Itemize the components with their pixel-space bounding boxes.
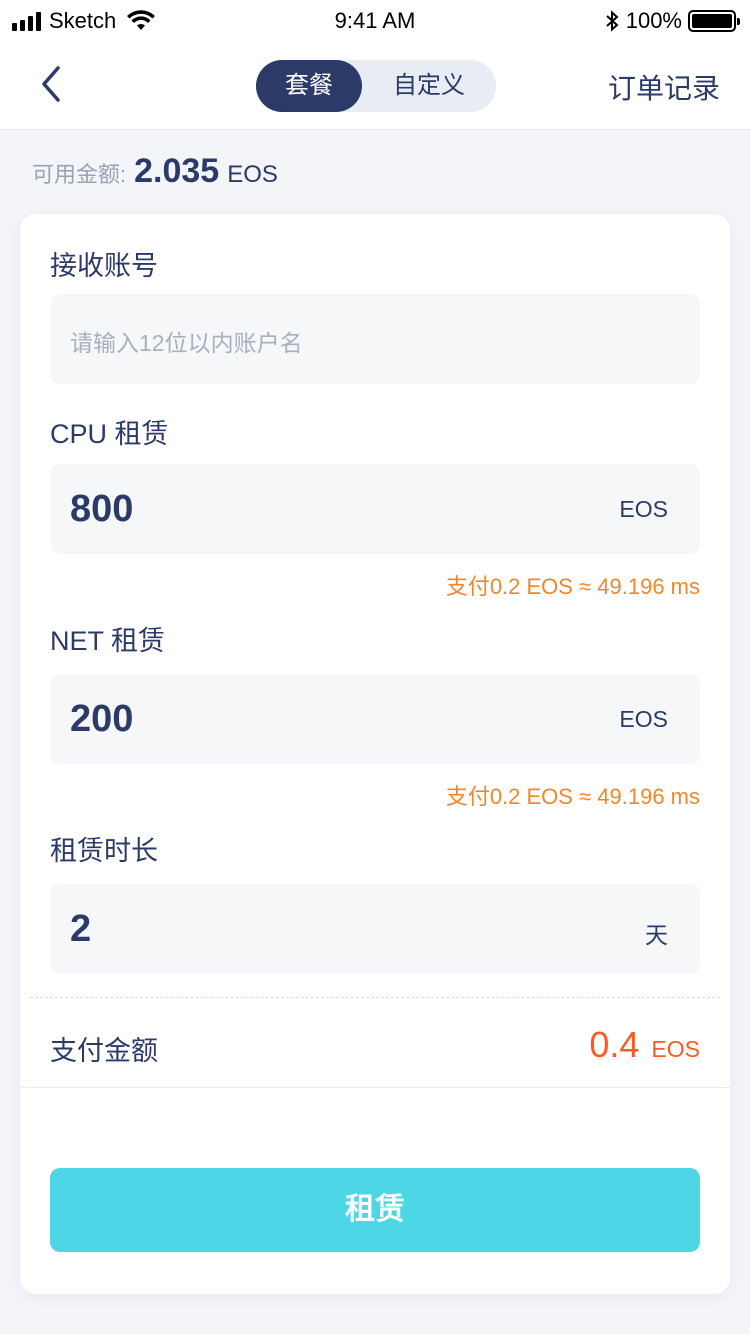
net-value: 200: [70, 698, 134, 740]
back-button[interactable]: [30, 62, 74, 106]
bluetooth-icon: [606, 10, 619, 32]
duration-input[interactable]: 2 天: [50, 884, 700, 974]
net-label: NET 租赁: [50, 626, 166, 656]
cpu-unit: EOS: [619, 496, 668, 522]
balance-value: 2.035: [134, 152, 220, 190]
cpu-input[interactable]: 800 EOS: [50, 464, 700, 554]
rent-button[interactable]: 租赁: [50, 1168, 700, 1252]
payment-amount: 0.4 EOS: [589, 1024, 700, 1066]
account-label: 接收账号: [50, 251, 158, 281]
available-balance: 可用金额: 2.035 EOS: [32, 152, 278, 191]
battery-icon: [688, 10, 740, 32]
nav-bar: 套餐 自定义 订单记录: [0, 40, 750, 130]
duration-value: 2: [70, 908, 92, 950]
balance-label: 可用金额:: [32, 162, 127, 187]
dashed-divider: [30, 997, 720, 998]
solid-divider: [20, 1087, 730, 1088]
payment-label: 支付金额: [50, 1036, 158, 1066]
battery-percent: 100%: [625, 8, 682, 33]
cpu-hint: 支付0.2 EOS ≈ 49.196 ms: [445, 574, 700, 599]
payment-value: 0.4: [589, 1024, 640, 1065]
rental-form-card: 接收账号 请输入12位以内账户名 CPU 租赁 800 EOS 支付0.2 EO…: [20, 214, 730, 1294]
tab-custom[interactable]: 自定义: [362, 60, 496, 112]
duration-label: 租赁时长: [50, 836, 158, 866]
account-placeholder: 请输入12位以内账户名: [70, 330, 303, 356]
net-hint: 支付0.2 EOS ≈ 49.196 ms: [445, 784, 700, 809]
segmented-control: 套餐 自定义: [256, 60, 496, 112]
status-bar: Sketch 9:41 AM 100%: [0, 0, 750, 40]
status-right: 100%: [604, 8, 740, 34]
net-input[interactable]: 200 EOS: [50, 674, 700, 764]
tab-package[interactable]: 套餐: [256, 60, 362, 112]
duration-unit: 天: [645, 922, 668, 948]
order-history-link[interactable]: 订单记录: [608, 67, 720, 107]
chevron-left-icon: [42, 66, 60, 102]
cpu-label: CPU 租赁: [50, 419, 169, 449]
net-unit: EOS: [619, 706, 668, 732]
cpu-value: 800: [70, 488, 134, 530]
balance-unit: EOS: [227, 161, 278, 188]
account-input[interactable]: 请输入12位以内账户名: [50, 294, 700, 384]
payment-unit: EOS: [651, 1036, 700, 1062]
